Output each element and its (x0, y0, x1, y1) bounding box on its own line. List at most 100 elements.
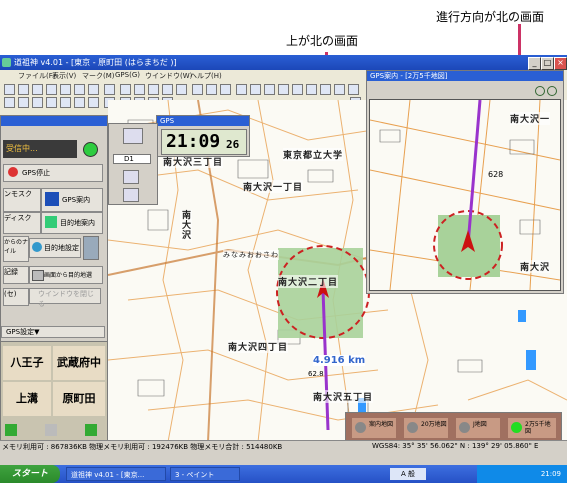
scale-button-label: 2万5千地図 (525, 421, 551, 435)
coordinate-status: WGS84: 35° 35' 56.062" N : 139° 29' 05.8… (372, 442, 539, 450)
gps-stop-button[interactable]: GPS停止 (3, 164, 103, 182)
close-button[interactable]: × (554, 57, 567, 70)
scroll-arrows-icon[interactable] (83, 236, 99, 260)
button-left-1[interactable]: ンモスク (3, 188, 41, 212)
map-label: 南大沢五丁目 (313, 390, 374, 403)
tab-icon[interactable] (45, 424, 57, 436)
toolbar-icon[interactable] (32, 84, 43, 95)
toolbar-icon[interactable] (4, 84, 15, 95)
select-from-screen-button[interactable]: 画面から目的地選 (29, 266, 103, 284)
toolbar-icon[interactable] (292, 84, 303, 95)
minimize-button[interactable]: _ (528, 57, 541, 70)
map-label: 南大沢四丁目 (228, 340, 289, 353)
tab-icon[interactable] (5, 424, 17, 436)
menu-window[interactable]: ウインドウ(W) (145, 71, 192, 81)
toolbar-icon[interactable] (348, 84, 359, 95)
toolbar-icon[interactable] (192, 84, 203, 95)
menu-view[interactable]: 表示(V) (52, 71, 76, 81)
toolbar-icon[interactable] (120, 84, 131, 95)
task-button-paint[interactable]: 3 - ペイント (170, 467, 240, 481)
select-from-screen-label: 画面から目的地選 (44, 272, 93, 279)
guide-map-label: 南大沢一 (510, 112, 551, 125)
toolbar-icon[interactable] (104, 84, 115, 95)
tool-icon[interactable] (123, 188, 139, 202)
ime-indicator[interactable]: A 般 (390, 468, 426, 480)
scale-button-guide[interactable]: 案内地図 (352, 418, 396, 438)
toolbar-icon[interactable] (74, 97, 85, 108)
map-label-vertical: 南大沢 (180, 210, 192, 240)
guide-map-label: 南大沢 (520, 260, 551, 273)
gps-panel-titlebar (1, 116, 107, 126)
toolbar-icon[interactable] (46, 84, 57, 95)
toolbar-icon[interactable] (176, 84, 187, 95)
tool-icon[interactable] (123, 170, 139, 184)
button-left-4[interactable]: (セ) (3, 288, 29, 306)
destination-guide-button[interactable]: 目的地案内 (41, 212, 103, 234)
stop-icon (8, 167, 18, 177)
toolbar-icon[interactable] (278, 84, 289, 95)
gps-clock-panel: GPS 21:09 26 (156, 115, 250, 157)
toolbar-icon[interactable] (88, 84, 99, 95)
gps-guide-button[interactable]: GPS案内 (41, 188, 103, 212)
scale-button-200k[interactable]: 20万地図 (404, 418, 448, 438)
toolbar-icon[interactable] (60, 97, 71, 108)
gps-settings-dropdown[interactable]: GPS設定▼ (1, 326, 105, 338)
scale-button-25k[interactable]: 2万5千地図 (508, 418, 556, 438)
toolbar-icon[interactable] (18, 97, 29, 108)
scale-button-j[interactable]: J地図 (456, 418, 500, 438)
start-button[interactable]: スタート (0, 465, 60, 483)
system-tray: 21:09 (477, 465, 567, 483)
toolbar-icon[interactable] (18, 84, 29, 95)
record-button[interactable]: 記録 (3, 266, 29, 284)
button-left-3[interactable]: からのナイル (3, 236, 29, 262)
map-label: みなみおおさわ (223, 250, 279, 260)
scale-option-circle-selected (511, 422, 522, 433)
menu-file[interactable]: ファイル(F) (18, 71, 56, 81)
map-label: 南大沢一丁目 (243, 180, 304, 193)
map-list-cell[interactable]: 八王子 (3, 346, 51, 380)
toolbar-icon[interactable] (46, 97, 57, 108)
toolbar-icon[interactable] (162, 84, 173, 95)
toolbar-icon[interactable] (220, 84, 231, 95)
taskbar: スタート 道祖神 v4.01 - [東京... 3 - ペイント A 般 21:… (0, 465, 567, 483)
toolbar-icon[interactable] (334, 84, 345, 95)
title-bar: 道祖神 v4.01 - [東京 - 原町田 (はらまちだ )] _ □ × (0, 55, 567, 70)
maximize-button[interactable]: □ (541, 57, 554, 70)
guide-map[interactable]: 南大沢一 南大沢 628 (369, 99, 561, 291)
zoom-out-icon[interactable] (547, 86, 557, 96)
dropdown-d1[interactable]: D1 (113, 154, 151, 164)
menu-help[interactable]: ヘルプ(H) (190, 71, 222, 81)
toolbar-icon[interactable] (250, 84, 261, 95)
toolbar-icon[interactable] (134, 84, 145, 95)
toolbar-icon[interactable] (320, 84, 331, 95)
clock[interactable]: 21:09 (541, 465, 561, 483)
button-left-2[interactable]: ディスク (3, 212, 41, 234)
toolbar-icon[interactable] (60, 84, 71, 95)
toolbar-icon[interactable] (206, 84, 217, 95)
toolbar-icon[interactable] (88, 97, 99, 108)
toolbar-icon[interactable] (4, 97, 15, 108)
destination-set-button[interactable]: 目的地設定 (29, 238, 81, 258)
menu-gps[interactable]: GPS(G) (115, 71, 140, 79)
close-window-button[interactable]: ウインドウを閉じる (29, 288, 101, 308)
toolbar-icon[interactable] (236, 84, 247, 95)
app-icon (2, 58, 11, 67)
menu-mark[interactable]: マーク(M) (82, 71, 115, 81)
tab-icon[interactable] (85, 424, 97, 436)
zoom-in-icon[interactable] (535, 86, 545, 96)
map-list-cell[interactable]: 原町田 (53, 382, 105, 416)
toolbar-icon[interactable] (32, 97, 43, 108)
destination-set-icon (32, 242, 42, 252)
toolbar-icon[interactable] (264, 84, 275, 95)
gps-status-text: 受信中... (6, 144, 38, 153)
task-button-dousojin[interactable]: 道祖神 v4.01 - [東京... (66, 467, 166, 481)
tool-icon[interactable] (123, 128, 143, 144)
toolbar-icon[interactable] (74, 84, 85, 95)
toolbar-icon[interactable] (148, 84, 159, 95)
status-bar: メモリ利用可 : 867836KB 物理メモリ利用可 : 192476KB 物理… (0, 440, 567, 452)
map-list-cell[interactable]: 武蔵府中 (53, 346, 105, 380)
toolbar-icon[interactable] (306, 84, 317, 95)
map-label: 南大沢二丁目 (278, 275, 339, 288)
map-list-cell[interactable]: 上溝 (3, 382, 51, 416)
window-title: 道祖神 v4.01 - [東京 - 原町田 (はらまちだ )] (14, 58, 177, 67)
